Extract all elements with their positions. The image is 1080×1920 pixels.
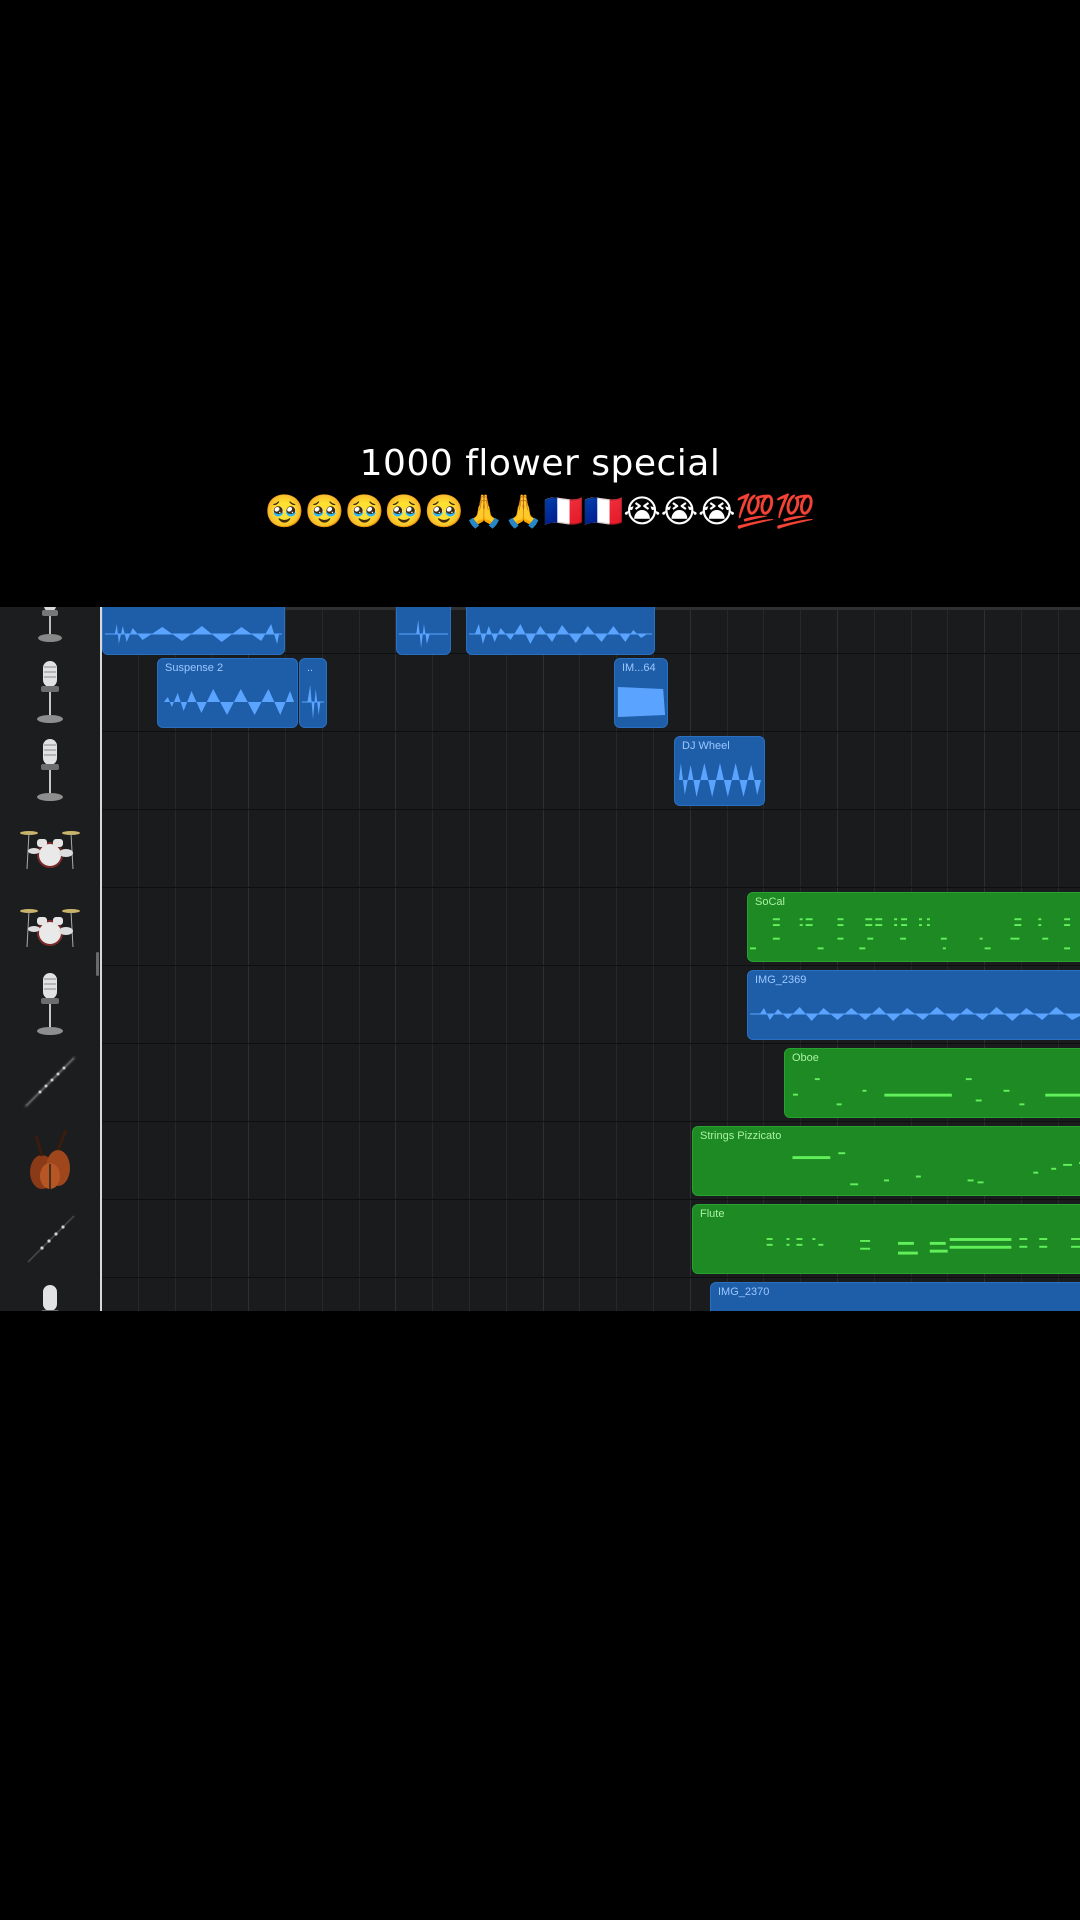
scroll-handle[interactable] <box>96 952 99 976</box>
midi-notes <box>792 1078 1080 1106</box>
midi-notes <box>792 1152 1080 1186</box>
region-name: DJ Wheel <box>682 740 730 752</box>
midi-notes <box>766 1238 1080 1255</box>
track-7-oboe-icon[interactable] <box>0 1043 100 1121</box>
midi-region-socal[interactable]: SoCal <box>747 892 1080 962</box>
audio-region-short[interactable]: .. <box>299 658 327 728</box>
track-3-microphone-icon[interactable] <box>0 731 100 809</box>
video-caption: 1000 flower special 🥹🥹🥹🥹🥹🙏🙏🇫🇷🇫🇷😭😭😭💯💯 <box>0 440 1080 534</box>
region-name: IM...64 <box>622 662 656 674</box>
region-name: .. <box>307 662 314 674</box>
midi-notes <box>749 918 1071 950</box>
audio-region-im64[interactable]: IM...64 <box>614 658 668 728</box>
waveform <box>301 685 325 719</box>
audio-region[interactable] <box>102 607 285 655</box>
audio-region-dj-wheel[interactable]: DJ Wheel <box>674 736 765 806</box>
track-1-microphone-icon[interactable] <box>0 607 100 653</box>
waveform <box>749 1007 1080 1021</box>
tracks-view[interactable]: Suspense 2 .. IM...64 DJ Wheel SoCal IMG… <box>0 607 1080 1311</box>
track-10-microphone-icon[interactable] <box>0 1277 100 1311</box>
track-6-microphone-icon[interactable] <box>0 965 100 1043</box>
waveform <box>398 620 449 648</box>
midi-region-strings-pizzicato[interactable]: Strings Pizzicato <box>692 1126 1080 1196</box>
caption-title: 1000 flower special <box>359 443 721 484</box>
midi-region-flute[interactable]: Flute <box>692 1204 1080 1274</box>
waveform <box>163 689 295 715</box>
track-lane[interactable] <box>101 809 1080 888</box>
audio-region-img-2369[interactable]: IMG_2369 <box>747 970 1080 1040</box>
region-name: Suspense 2 <box>165 662 224 674</box>
track-5-drum-kit-icon[interactable] <box>0 887 100 965</box>
midi-region-oboe[interactable]: Oboe <box>784 1048 1080 1118</box>
track-lane[interactable] <box>101 731 1080 810</box>
waveform <box>104 624 283 644</box>
region-name: IMG_2370 <box>718 1286 770 1298</box>
waveform <box>617 687 666 717</box>
waveform <box>678 763 762 797</box>
track-8-strings-icon[interactable] <box>0 1121 100 1199</box>
region-name: IMG_2369 <box>755 974 807 986</box>
audio-region-img-2370[interactable]: IMG_2370 <box>710 1282 1080 1311</box>
audio-region-suspense-2[interactable]: Suspense 2 <box>157 658 298 728</box>
track-9-flute-icon[interactable] <box>0 1199 100 1277</box>
track-2-microphone-icon[interactable] <box>0 653 100 731</box>
playhead[interactable] <box>100 607 102 1311</box>
waveform <box>468 624 653 644</box>
audio-region[interactable] <box>396 607 451 655</box>
audio-region[interactable] <box>466 607 655 655</box>
track-4-drum-kit-icon[interactable] <box>0 809 100 887</box>
caption-emoji: 🥹🥹🥹🥹🥹🙏🙏🇫🇷🇫🇷😭😭😭💯💯 <box>264 492 816 530</box>
